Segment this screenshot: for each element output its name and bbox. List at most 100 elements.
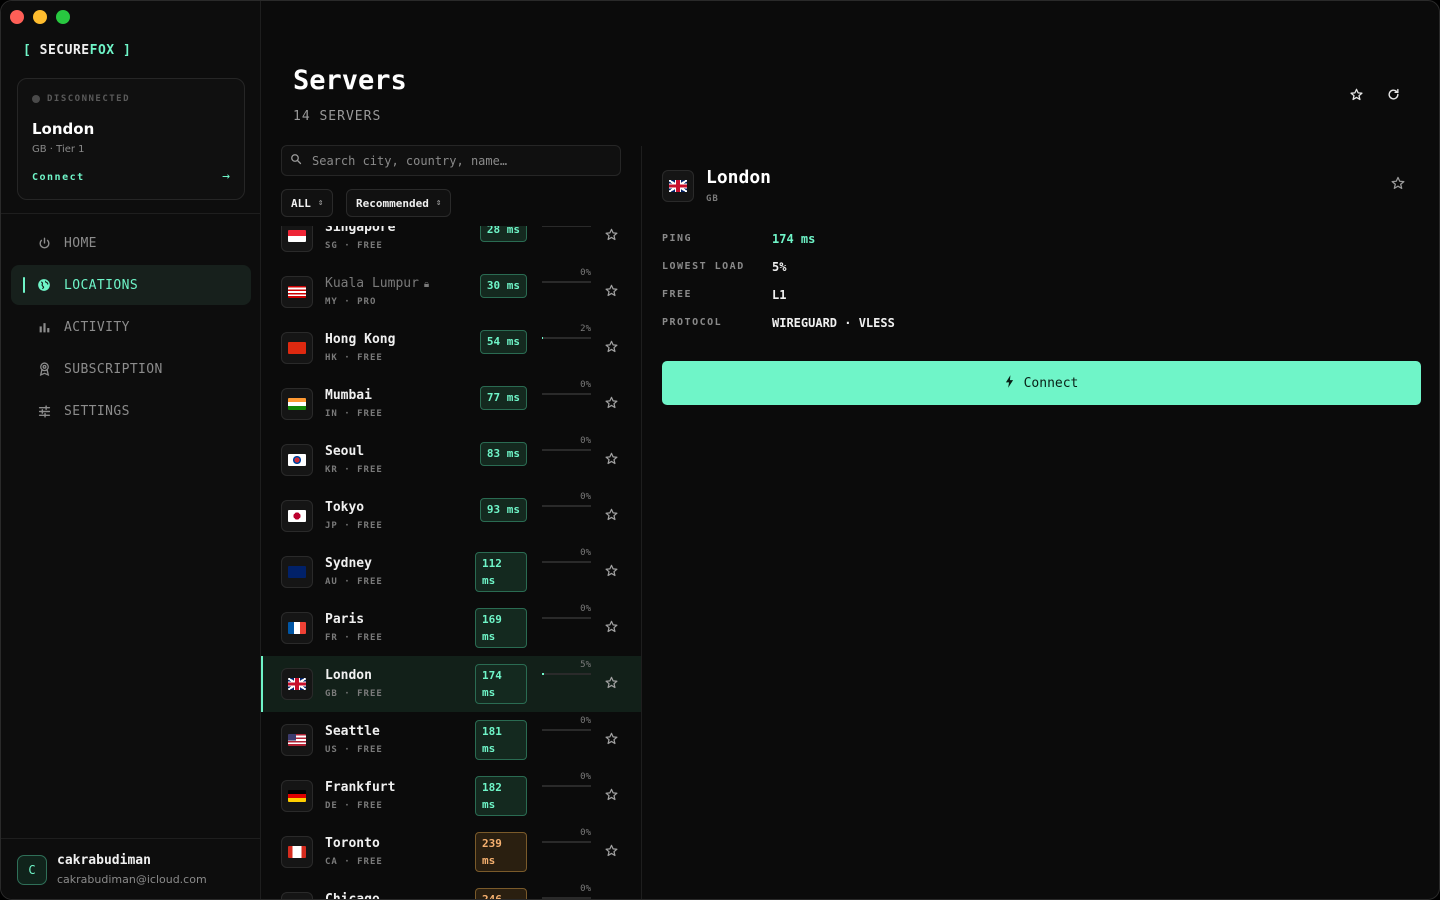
bar-chart-icon — [36, 321, 52, 334]
favorite-button[interactable] — [605, 676, 618, 693]
star-icon — [605, 340, 618, 357]
sort-select[interactable]: Recommended ⇕ — [346, 189, 452, 217]
server-city: Toronto — [325, 836, 380, 851]
status-dot-icon — [32, 95, 40, 103]
connect-button[interactable]: Connect — [662, 361, 1421, 405]
sidebar-item-label: SETTINGS — [64, 403, 130, 419]
server-row[interactable]: Sydney AU · FREE 112 ms 0% — [261, 544, 641, 600]
server-row[interactable]: Seoul KR · FREE 83 ms 0% — [261, 432, 641, 488]
server-meta: GB · FREE — [325, 689, 383, 699]
lock-icon: 🔒︎ — [423, 279, 430, 290]
favorites-button[interactable] — [1345, 83, 1367, 105]
star-icon — [605, 564, 618, 581]
server-row[interactable]: Hong Kong HK · FREE 54 ms 2% — [261, 320, 641, 376]
load-percent: 0% — [580, 604, 591, 614]
load-percent: 0% — [580, 492, 591, 502]
detail-label: PROTOCOL — [662, 317, 723, 328]
favorite-button[interactable] — [605, 396, 618, 413]
search-input[interactable] — [312, 153, 592, 168]
server-city: Chicago — [325, 892, 380, 899]
flag-de-icon — [281, 780, 313, 812]
server-country-code: DE — [325, 801, 338, 811]
server-row[interactable]: Toronto CA · FREE 239 ms 0% — [261, 824, 641, 880]
avatar[interactable]: C — [17, 855, 47, 885]
flag-fr-icon — [281, 612, 313, 644]
flag-sg-icon — [281, 226, 313, 252]
server-tier: FREE — [357, 577, 383, 587]
flag-us-icon — [281, 724, 313, 756]
server-city: Tokyo — [325, 500, 364, 515]
type-filter-label: ALL — [291, 196, 311, 210]
refresh-button[interactable] — [1382, 83, 1404, 105]
sidebar-item-locations[interactable]: LOCATIONS — [11, 265, 251, 305]
user-divider — [1, 838, 260, 839]
detail-value: 174 ms — [772, 232, 816, 246]
star-icon — [605, 844, 618, 861]
flag-au-icon — [281, 556, 313, 588]
server-row[interactable]: Paris FR · FREE 169 ms 0% — [261, 600, 641, 656]
brand-bracket-right: ] — [122, 43, 132, 58]
list-divider — [641, 146, 642, 899]
server-row[interactable]: London GB · FREE 174 ms 5% — [261, 656, 641, 712]
server-row[interactable]: Tokyo JP · FREE 93 ms 0% — [261, 488, 641, 544]
load-percent: 0% — [580, 548, 591, 558]
favorite-button[interactable] — [605, 452, 618, 469]
sidebar-item-settings[interactable]: SETTINGS — [11, 391, 251, 431]
favorite-button[interactable] — [605, 788, 618, 805]
server-meta: JP · FREE — [325, 521, 383, 531]
arrow-right-icon[interactable]: → — [222, 169, 230, 184]
server-city: Frankfurt — [325, 780, 395, 795]
server-row[interactable]: ChicagoUS · FREE246 ms0% — [261, 880, 641, 899]
favorite-button[interactable] — [605, 340, 618, 357]
favorite-button[interactable] — [605, 732, 618, 749]
status-connect-link[interactable]: Connect — [32, 172, 85, 183]
server-row[interactable]: SingaporeSG · FREE28 ms0% — [261, 226, 641, 264]
server-tier: FREE — [357, 409, 383, 419]
search-icon — [290, 153, 302, 168]
ping-badge: 174 ms — [475, 664, 527, 704]
sidebar-item-subscription[interactable]: SUBSCRIPTION — [11, 349, 251, 389]
server-row[interactable]: Mumbai IN · FREE 77 ms 0% — [261, 376, 641, 432]
server-city-label: Hong Kong — [325, 332, 396, 347]
server-city: Kuala Lumpur 🔒︎ — [325, 276, 429, 291]
search-box — [281, 145, 621, 176]
load-bar — [542, 785, 591, 787]
type-filter-select[interactable]: ALL ⇕ — [281, 189, 334, 217]
favorite-button[interactable] — [605, 228, 618, 245]
connection-state: DISCONNECTED — [47, 94, 131, 104]
minimize-window-button[interactable] — [33, 10, 47, 24]
server-row[interactable]: Seattle US · FREE 181 ms 0% — [261, 712, 641, 768]
status-row: DISCONNECTED — [32, 94, 130, 104]
load-percent: 5% — [580, 660, 591, 670]
favorite-button[interactable] — [605, 284, 618, 301]
load-bar — [542, 505, 591, 507]
detail-value: 5% — [772, 260, 787, 274]
sidebar-item-home[interactable]: HOME — [11, 223, 251, 263]
star-icon — [1349, 88, 1363, 100]
server-row[interactable]: Frankfurt DE · FREE 182 ms 0% — [261, 768, 641, 824]
favorite-button[interactable] — [605, 844, 618, 861]
server-list[interactable]: Singapore SG · FREE 28 ms 0% Kuala Lumpur 🔒︎ M… — [261, 226, 641, 899]
detail-city: London — [706, 167, 772, 188]
server-city-label: Singapore — [325, 226, 396, 235]
server-meta: DE · FREE — [325, 801, 383, 811]
server-row[interactable]: Kuala Lumpur 🔒︎ MY · PRO 30 ms 0% — [261, 264, 641, 320]
detail-favorite-button[interactable] — [1391, 176, 1405, 194]
sidebar-item-label: HOME — [64, 235, 97, 251]
load-percent: 0% — [580, 772, 591, 782]
star-icon — [605, 452, 618, 469]
favorite-button[interactable] — [605, 508, 618, 525]
zoom-window-button[interactable] — [56, 10, 70, 24]
power-icon — [36, 237, 52, 250]
brand-logo: [ SECUREFOX ] — [23, 43, 131, 58]
sidebar-item-label: SUBSCRIPTION — [64, 361, 163, 377]
server-country-code: HK — [325, 353, 338, 363]
star-icon — [605, 676, 618, 693]
favorite-button[interactable] — [605, 620, 618, 637]
ping-badge: 54 ms — [479, 330, 527, 354]
ping-badge: 169 ms — [475, 608, 527, 648]
connection-status-card: DISCONNECTED London GB · Tier 1 Connect … — [17, 78, 245, 200]
favorite-button[interactable] — [605, 564, 618, 581]
close-window-button[interactable] — [10, 10, 24, 24]
sidebar-item-activity[interactable]: ACTIVITY — [11, 307, 251, 347]
